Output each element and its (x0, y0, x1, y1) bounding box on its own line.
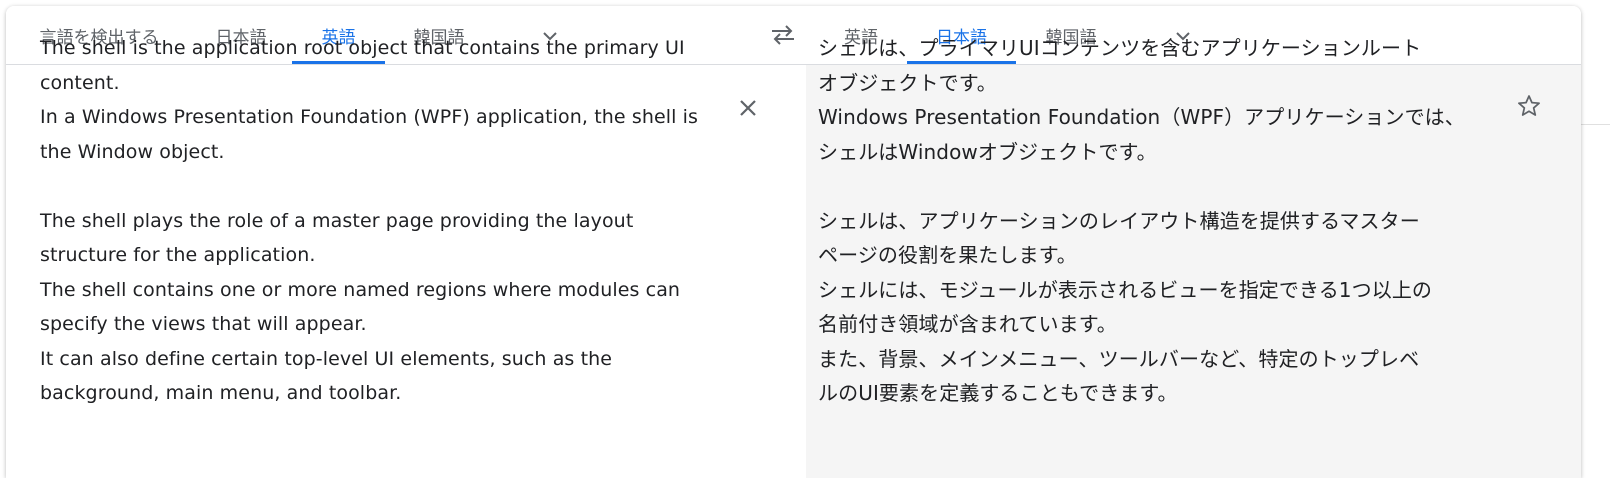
swap-languages-button[interactable] (766, 18, 800, 52)
source-text[interactable]: The shell is the application root object… (40, 31, 740, 411)
swap-arrows-icon (772, 25, 794, 45)
save-translation-button[interactable] (1511, 88, 1547, 124)
clear-source-button[interactable] (730, 90, 766, 126)
translate-card: 言語を検出する 日本語 英語 韓国語 英語 日本語 韓国語 The shell … (6, 6, 1581, 478)
translated-text: シェルは、プライマリUIコンテンツを含むアプリケーションルート オブジェクトです… (818, 36, 1465, 405)
page-divider (1581, 124, 1610, 125)
star-icon (1518, 95, 1540, 116)
close-icon (740, 100, 756, 116)
page-gutter (1581, 0, 1610, 478)
